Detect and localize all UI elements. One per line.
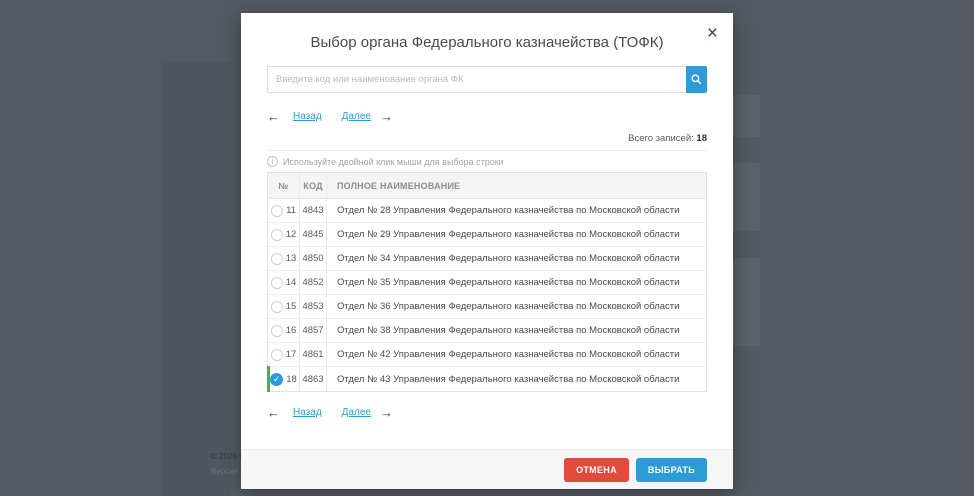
header-name: ПОЛНОЕ НАИМЕНОВАНИЕ: [327, 173, 706, 198]
records-total-value: 18: [696, 133, 707, 144]
arrow-left-icon[interactable]: ←: [267, 112, 280, 122]
row-number: 14: [286, 277, 297, 288]
table-row[interactable]: ✓ 18 4863 Отдел № 43 Управления Федераль…: [268, 367, 706, 391]
divider: [267, 150, 707, 151]
header-code: КОД: [300, 173, 327, 198]
row-radio[interactable]: [271, 205, 283, 217]
modal-title: Выбор органа Федерального казначейства (…: [267, 34, 707, 51]
row-radio[interactable]: [271, 301, 283, 313]
modal-footer: ОТМЕНА ВЫБРАТЬ: [241, 449, 733, 489]
cancel-button[interactable]: ОТМЕНА: [564, 458, 629, 482]
records-total: Всего записей: 18: [267, 133, 707, 144]
background-page-fragment: [733, 95, 760, 137]
info-icon: i: [267, 156, 278, 167]
search-row: [267, 66, 707, 93]
pagination-next-link[interactable]: Далее: [342, 111, 371, 122]
table-row[interactable]: 16 4857 Отдел № 38 Управления Федерально…: [268, 319, 706, 343]
background-sidebar-shadow: [163, 62, 231, 496]
row-number: 13: [286, 253, 297, 264]
row-number: 18: [286, 374, 297, 385]
select-button[interactable]: ВЫБРАТЬ: [636, 458, 707, 482]
search-input[interactable]: [267, 66, 686, 93]
row-radio[interactable]: [271, 253, 283, 265]
row-name: Отдел № 42 Управления Федерального казна…: [327, 343, 706, 366]
background-page-fragment: [733, 258, 760, 346]
background-copyright-text: © 2025 Ф: [211, 452, 242, 461]
row-name: Отдел № 29 Управления Федерального казна…: [327, 223, 706, 246]
table-row[interactable]: 17 4861 Отдел № 42 Управления Федерально…: [268, 343, 706, 367]
arrow-right-icon[interactable]: →: [380, 408, 393, 418]
table-header: № КОД ПОЛНОЕ НАИМЕНОВАНИЕ: [268, 173, 706, 199]
pagination-prev-link[interactable]: Назад: [293, 111, 322, 122]
header-number: №: [268, 173, 300, 198]
row-radio[interactable]: [271, 325, 283, 337]
row-code: 4861: [300, 343, 327, 366]
records-total-label: Всего записей:: [628, 133, 694, 144]
arrow-right-icon[interactable]: →: [380, 112, 393, 122]
tofk-table: № КОД ПОЛНОЕ НАИМЕНОВАНИЕ 11 4843 Отдел …: [267, 172, 707, 392]
arrow-left-icon[interactable]: ←: [267, 408, 280, 418]
row-name: Отдел № 38 Управления Федерального казна…: [327, 319, 706, 342]
table-row[interactable]: 13 4850 Отдел № 34 Управления Федерально…: [268, 247, 706, 271]
row-radio-checked-icon[interactable]: ✓: [270, 373, 283, 386]
modal-body: × Выбор органа Федерального казначейства…: [241, 13, 733, 449]
close-icon[interactable]: ×: [707, 24, 718, 43]
row-number: 15: [286, 301, 297, 312]
table-row[interactable]: 15 4853 Отдел № 36 Управления Федерально…: [268, 295, 706, 319]
row-name: Отдел № 35 Управления Федерального казна…: [327, 271, 706, 294]
row-code: 4845: [300, 223, 327, 246]
row-number: 17: [286, 349, 297, 360]
row-code: 4843: [300, 199, 327, 222]
pagination-next-link[interactable]: Далее: [342, 407, 371, 418]
table-row[interactable]: 14 4852 Отдел № 35 Управления Федерально…: [268, 271, 706, 295]
double-click-hint: i Используйте двойной клик мыши для выбо…: [267, 156, 707, 167]
row-name: Отдел № 36 Управления Федерального казна…: [327, 295, 706, 318]
pagination-prev-link[interactable]: Назад: [293, 407, 322, 418]
row-code: 4863: [300, 367, 327, 391]
background-version-text: Версия: [211, 467, 242, 476]
table-row[interactable]: 12 4845 Отдел № 29 Управления Федерально…: [268, 223, 706, 247]
row-code: 4853: [300, 295, 327, 318]
row-radio[interactable]: [271, 349, 283, 361]
search-icon: [691, 74, 702, 85]
hint-text: Используйте двойной клик мыши для выбора…: [283, 157, 504, 167]
row-code: 4850: [300, 247, 327, 270]
table-body: 11 4843 Отдел № 28 Управления Федерально…: [268, 199, 706, 391]
tofk-select-modal: × Выбор органа Федерального казначейства…: [241, 13, 733, 489]
row-name: Отдел № 34 Управления Федерального казна…: [327, 247, 706, 270]
background-page-fragment: [733, 163, 760, 231]
search-button[interactable]: [686, 66, 707, 93]
row-name: Отдел № 43 Управления Федерального казна…: [327, 367, 706, 391]
row-code: 4852: [300, 271, 327, 294]
pagination-top: ← Назад Далее →: [267, 110, 707, 123]
row-radio[interactable]: [271, 229, 283, 241]
row-number: 16: [286, 325, 297, 336]
row-number: 11: [286, 205, 296, 216]
row-code: 4857: [300, 319, 327, 342]
pagination-bottom: ← Назад Далее →: [267, 406, 707, 419]
table-row[interactable]: 11 4843 Отдел № 28 Управления Федерально…: [268, 199, 706, 223]
row-number: 12: [286, 229, 297, 240]
row-name: Отдел № 28 Управления Федерального казна…: [327, 199, 706, 222]
row-radio[interactable]: [271, 277, 283, 289]
